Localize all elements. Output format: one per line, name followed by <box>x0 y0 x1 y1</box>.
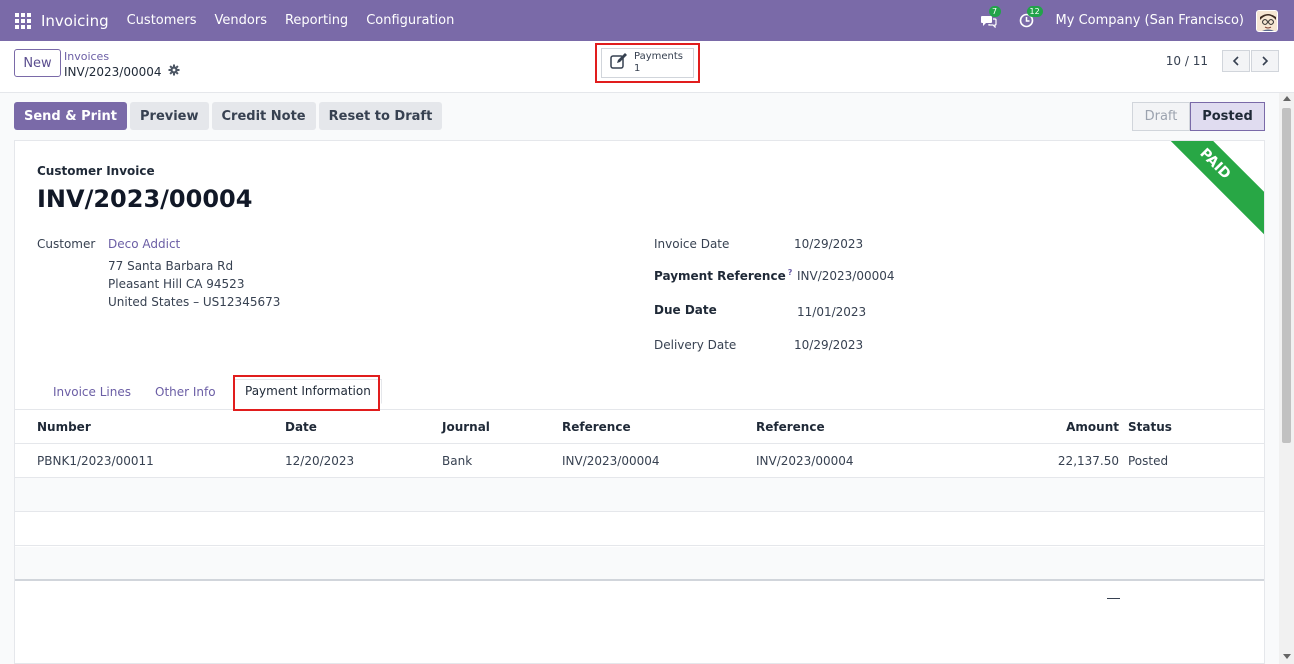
invoice-number-title: INV/2023/00004 <box>37 185 253 213</box>
gear-icon[interactable] <box>168 64 180 79</box>
address-line-3: United States – US12345673 <box>108 295 281 309</box>
column-amount[interactable]: Amount <box>1019 420 1119 434</box>
customer-link[interactable]: Deco Addict <box>108 237 180 251</box>
table-row[interactable]: PBNK1/2023/00011 12/20/2023 Bank INV/202… <box>15 444 1264 478</box>
menu-reporting[interactable]: Reporting <box>285 13 348 28</box>
pager-value[interactable]: 10 / 11 <box>1166 54 1208 68</box>
user-avatar[interactable] <box>1256 9 1278 32</box>
control-panel: New Invoices INV/2023/00004 Payments 1 1… <box>0 41 1294 93</box>
company-switcher[interactable]: My Company (San Francisco) <box>1056 13 1244 28</box>
due-date-label: Due Date <box>654 303 717 317</box>
tab-payment-information[interactable]: Payment Information <box>234 379 382 404</box>
app-title[interactable]: Invoicing <box>41 12 109 30</box>
scrollbar-thumb[interactable] <box>1282 108 1291 443</box>
messages-badge: 7 <box>988 5 1001 17</box>
payments-label: Payments <box>634 51 683 62</box>
breadcrumb-invoices[interactable]: Invoices <box>64 50 109 63</box>
cell-reference-1: INV/2023/00004 <box>562 454 660 468</box>
top-navbar: Invoicing Customers Vendors Reporting Co… <box>0 0 1294 41</box>
stage-posted[interactable]: Posted <box>1190 102 1265 131</box>
cell-journal: Bank <box>442 454 473 468</box>
invoice-type-label: Customer Invoice <box>37 164 155 178</box>
payment-reference-value[interactable]: INV/2023/00004 <box>797 269 895 283</box>
cell-number: PBNK1/2023/00011 <box>37 454 154 468</box>
empty-row <box>15 512 1264 546</box>
column-reference-1[interactable]: Reference <box>562 420 631 434</box>
activities-clock-icon[interactable]: 12 <box>1018 5 1043 30</box>
new-button[interactable]: New <box>14 49 61 77</box>
menu-configuration[interactable]: Configuration <box>366 13 454 28</box>
chevron-left-icon <box>1232 56 1239 66</box>
empty-row <box>15 547 1264 581</box>
totals-dash <box>1107 598 1120 599</box>
pager-next-button[interactable] <box>1251 50 1279 72</box>
pager-previous-button[interactable] <box>1222 50 1250 72</box>
status-bar: Draft Posted <box>1132 102 1265 131</box>
chevron-right-icon <box>1262 56 1269 66</box>
pencil-square-icon <box>610 53 628 73</box>
tab-invoice-lines[interactable]: Invoice Lines <box>53 385 131 399</box>
invoice-date-label: Invoice Date <box>654 237 730 251</box>
cell-status: Posted <box>1128 454 1169 468</box>
address-line-2: Pleasant Hill CA 94523 <box>108 277 245 291</box>
send-print-button[interactable]: Send & Print <box>14 102 127 130</box>
reset-to-draft-button[interactable]: Reset to Draft <box>318 102 443 130</box>
customer-label: Customer <box>37 237 96 251</box>
column-reference-2[interactable]: Reference <box>756 420 825 434</box>
credit-note-button[interactable]: Credit Note <box>211 102 316 130</box>
stage-draft[interactable]: Draft <box>1132 102 1190 131</box>
empty-row <box>15 478 1264 512</box>
scroll-down-arrow-icon[interactable] <box>1283 654 1291 659</box>
tab-other-info[interactable]: Other Info <box>155 385 216 399</box>
help-icon[interactable]: ? <box>788 268 793 277</box>
delivery-date-label: Delivery Date <box>654 338 737 352</box>
column-journal[interactable]: Journal <box>442 420 490 434</box>
payment-reference-label: Payment Reference? <box>654 268 792 283</box>
column-date[interactable]: Date <box>285 420 317 434</box>
invoice-date-value[interactable]: 10/29/2023 <box>794 237 863 251</box>
address-line-1: 77 Santa Barbara Rd <box>108 259 234 273</box>
invoice-form-sheet: PAID Customer Invoice INV/2023/00004 Cus… <box>14 140 1265 664</box>
paid-ribbon: PAID <box>1137 141 1264 242</box>
payments-count: 1 <box>634 63 641 74</box>
cell-reference-2: INV/2023/00004 <box>756 454 854 468</box>
apps-menu-icon[interactable] <box>15 12 31 29</box>
action-bar: Send & Print Preview Credit Note Reset t… <box>14 102 445 130</box>
payments-smart-button[interactable]: Payments 1 <box>601 48 694 78</box>
activities-badge: 12 <box>1026 5 1043 17</box>
column-status[interactable]: Status <box>1128 420 1172 434</box>
menu-vendors[interactable]: Vendors <box>215 13 267 28</box>
scroll-up-arrow-icon[interactable] <box>1283 96 1291 101</box>
breadcrumb-current: INV/2023/00004 <box>64 64 180 79</box>
menu-customers[interactable]: Customers <box>127 13 197 28</box>
payments-table-header: Number Date Journal Reference Reference … <box>15 410 1264 444</box>
delivery-date-value[interactable]: 10/29/2023 <box>794 338 863 352</box>
due-date-value[interactable]: 11/01/2023 <box>797 305 866 319</box>
breadcrumb-current-label: INV/2023/00004 <box>64 64 162 79</box>
payment-reference-label-text: Payment Reference <box>654 269 786 283</box>
messages-icon[interactable]: 7 <box>980 5 1001 30</box>
cell-amount: 22,137.50 <box>1057 454 1119 468</box>
preview-button[interactable]: Preview <box>130 102 209 130</box>
column-number[interactable]: Number <box>37 420 91 434</box>
cell-date: 12/20/2023 <box>285 454 355 468</box>
